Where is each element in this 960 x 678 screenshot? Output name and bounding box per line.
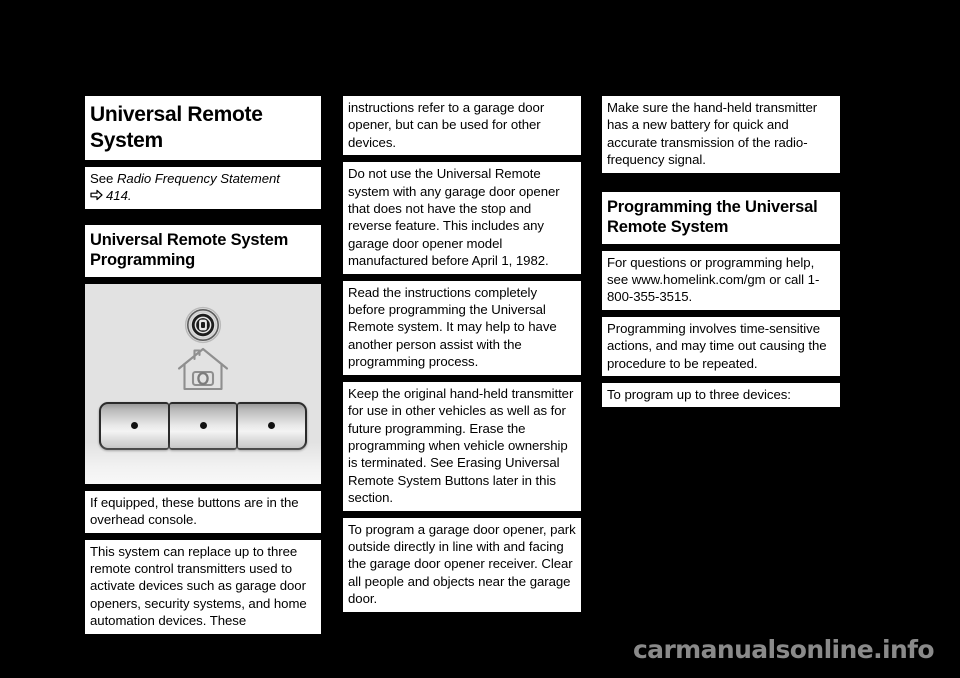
- paragraph-text: To program up to three devices:: [607, 387, 791, 403]
- section-heading-programming-universal: Programming the Universal Remote System: [602, 191, 840, 244]
- paragraph-text: Read the instructions completely before …: [348, 284, 557, 370]
- paragraph-text: Do not use the Universal Remote system w…: [348, 166, 560, 269]
- paragraph-text: For questions or programming help, see w…: [607, 254, 820, 305]
- section-heading-programming-text: Universal Remote System Programming: [90, 230, 289, 270]
- page-title-text: Universal Remote System: [90, 103, 263, 152]
- cross-reference-page: 414.: [106, 188, 132, 204]
- cross-reference-text: See Radio Frequency Statement 414.: [90, 170, 316, 205]
- paragraph-text: If equipped, these buttons are in the ov…: [90, 494, 299, 528]
- paragraph-text: instructions refer to a garage door open…: [348, 100, 545, 150]
- homelink-house-icon: [175, 345, 231, 393]
- paragraph-block: Programming involves time-sensitive acti…: [602, 316, 840, 377]
- illustration-highlight: [85, 441, 321, 484]
- homelink-led-indicator-icon: [184, 306, 222, 344]
- cross-reference-topic: Radio Frequency Statement: [116, 171, 280, 186]
- paragraph-block: Keep the original hand-held transmitter …: [343, 381, 581, 511]
- page-reference-arrow-icon: [90, 189, 103, 201]
- right-column: Make sure the hand-held transmitter has …: [602, 96, 840, 414]
- paragraph-block: Read the instructions completely before …: [343, 280, 581, 375]
- universal-remote-buttons-illustration: [85, 283, 321, 484]
- paragraph-block: If equipped, these buttons are in the ov…: [85, 490, 321, 533]
- paragraph-text: Make sure the hand-held transmitter has …: [607, 100, 818, 168]
- homelink-button-1-dot-icon: [130, 422, 138, 430]
- manual-page: Universal Remote System See Radio Freque…: [0, 0, 960, 678]
- paragraph-block: To program a garage door opener, park ou…: [343, 517, 581, 612]
- paragraph-block: instructions refer to a garage door open…: [343, 96, 581, 156]
- paragraph-block: Make sure the hand-held transmitter has …: [602, 96, 840, 173]
- paragraph-block: To program up to three devices:: [602, 383, 840, 408]
- homelink-button-2-dot-icon: [199, 422, 207, 430]
- paragraph-block: For questions or programming help, see w…: [602, 250, 840, 310]
- homelink-button-3-dot-icon: [268, 422, 276, 430]
- page-title: Universal Remote System: [85, 96, 321, 160]
- middle-column: instructions refer to a garage door open…: [343, 96, 581, 619]
- see-label: See: [90, 171, 117, 186]
- section-heading-programming-universal-text: Programming the Universal Remote System: [607, 197, 818, 237]
- paragraph-text: Programming involves time-sensitive acti…: [607, 320, 827, 371]
- paragraph-text: To program a garage door opener, park ou…: [348, 521, 576, 607]
- paragraph-block: This system can replace up to three remo…: [85, 539, 321, 634]
- paragraph-text: This system can replace up to three remo…: [90, 543, 307, 629]
- paragraph-text: Keep the original hand-held transmitter …: [348, 385, 574, 506]
- cross-reference-block: See Radio Frequency Statement 414.: [85, 167, 321, 209]
- left-column: Universal Remote System See Radio Freque…: [85, 96, 321, 641]
- paragraph-block: Do not use the Universal Remote system w…: [343, 162, 581, 274]
- site-watermark: carmanualsonline.info: [632, 635, 935, 664]
- section-heading-programming: Universal Remote System Programming: [85, 224, 321, 277]
